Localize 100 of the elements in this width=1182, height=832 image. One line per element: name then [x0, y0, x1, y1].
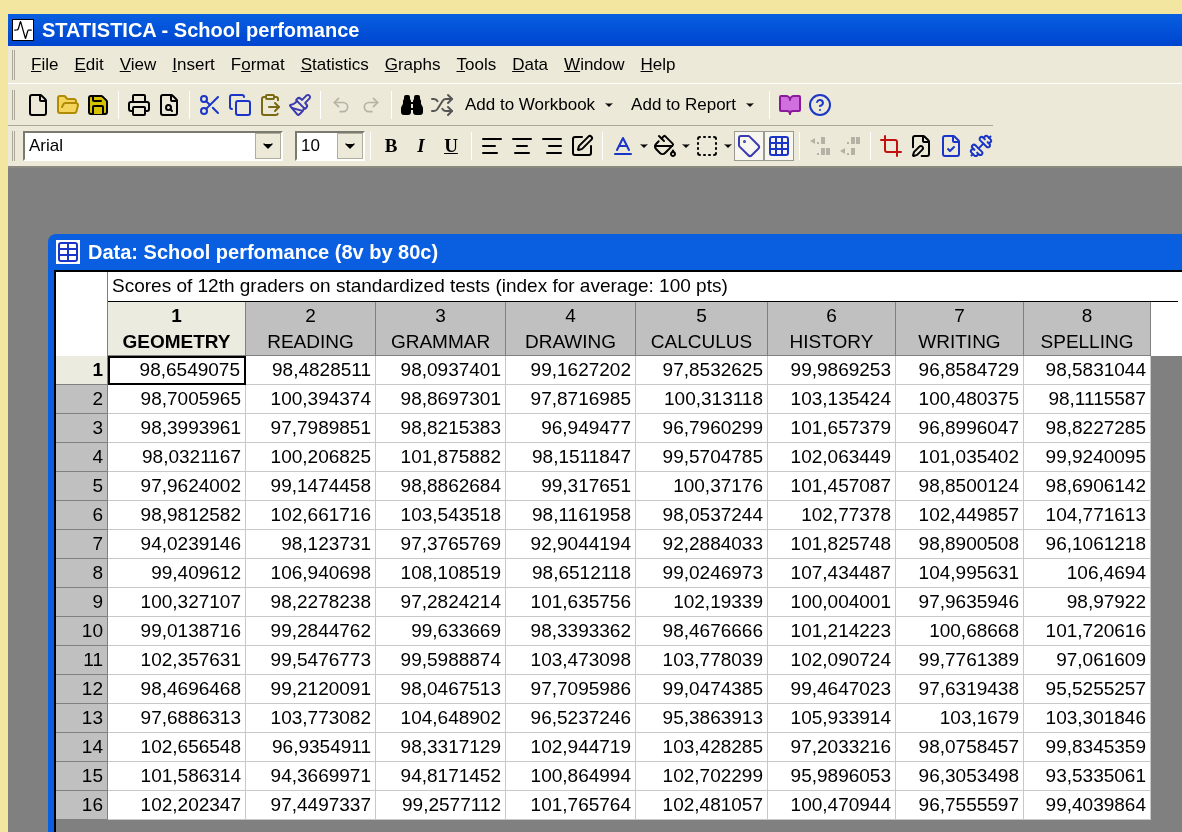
column-header[interactable]: 2 READING	[246, 302, 376, 356]
table-cell: 99,8345359	[1024, 733, 1151, 762]
menu-item[interactable]: Statistics	[292, 51, 377, 78]
add-to-workbook-button[interactable]: Add to Workbook	[457, 91, 624, 118]
table-cell: 99,0138716	[108, 617, 246, 646]
font-dropdown[interactable]: Arial	[23, 131, 283, 161]
italic-button[interactable]: I	[406, 131, 436, 161]
menu-item[interactable]: File	[23, 51, 67, 78]
column-header[interactable]: 5 CALCULUS	[636, 302, 768, 356]
row-header[interactable]: 12	[56, 675, 108, 704]
underline-button[interactable]: U	[436, 131, 466, 161]
table-cell: 99,409612	[108, 559, 246, 588]
column-header[interactable]: 7 WRITING	[896, 302, 1024, 356]
row-header[interactable]: 16	[56, 791, 108, 820]
row-header[interactable]: 7	[56, 530, 108, 559]
add-to-report-button[interactable]: Add to Report	[623, 91, 764, 118]
table-cell: 104,648902	[376, 704, 506, 733]
menu-item[interactable]: Window	[556, 51, 633, 78]
tag-icon[interactable]	[734, 131, 764, 161]
table-cell: 97,7095986	[506, 675, 636, 704]
table-cell: 99,0246973	[636, 559, 768, 588]
table-cell: 101,875882	[376, 443, 506, 472]
column-header[interactable]: 4 DRAWING	[506, 302, 636, 356]
table-cell: 106,4694	[1024, 559, 1151, 588]
menu-item[interactable]: Help	[632, 51, 684, 78]
column-header[interactable]: 8 SPELLING	[1024, 302, 1151, 356]
row-header[interactable]: 14	[56, 733, 108, 762]
table-cell: 100,206825	[246, 443, 376, 472]
window-title: STATISTICA - School perfomance	[42, 18, 360, 43]
table-cell: 98,4828511	[246, 356, 376, 385]
table-cell: 98,8697301	[376, 385, 506, 414]
table-cell: 98,8215383	[376, 414, 506, 443]
table-cell: 103,135424	[768, 385, 896, 414]
table-cell: 98,6549075	[108, 356, 246, 385]
table-cell: 101,586314	[108, 762, 246, 791]
row-header[interactable]: 6	[56, 501, 108, 530]
table-cell: 102,702299	[636, 762, 768, 791]
table-cell: 98,0467513	[376, 675, 506, 704]
table-cell: 99,4647023	[768, 675, 896, 704]
table-cell: 99,9240095	[1024, 443, 1151, 472]
menu-item[interactable]: Edit	[66, 51, 112, 78]
column-header[interactable]: 1 GEOMETRY	[108, 302, 246, 356]
table-cell: 99,9869253	[768, 356, 896, 385]
table-cell: 94,8171452	[376, 762, 506, 791]
table-cell: 102,656548	[108, 733, 246, 762]
table-cell: 96,8996047	[896, 414, 1024, 443]
table-cell: 96,9354911	[246, 733, 376, 762]
bold-button[interactable]: B	[376, 131, 406, 161]
table-cell: 95,9896053	[768, 762, 896, 791]
grid-icon[interactable]	[764, 131, 794, 161]
table-cell: 100,470944	[768, 791, 896, 820]
spreadsheet-icon	[56, 240, 80, 264]
table-cell: 103,778039	[636, 646, 768, 675]
table-cell: 100,327107	[108, 588, 246, 617]
table-cell: 99,2844762	[246, 617, 376, 646]
row-header[interactable]: 8	[56, 559, 108, 588]
table-cell: 98,8227285	[1024, 414, 1151, 443]
table-cell: 101,765764	[506, 791, 636, 820]
table-cell: 100,68668	[896, 617, 1024, 646]
menu-item[interactable]: Graphs	[376, 51, 449, 78]
table-cell: 100,37176	[636, 472, 768, 501]
table-cell: 99,5704785	[636, 443, 768, 472]
table-cell: 98,7005965	[108, 385, 246, 414]
row-header[interactable]: 1	[56, 356, 108, 385]
menu-item[interactable]: Tools	[448, 51, 505, 78]
row-header[interactable]: 3	[56, 414, 108, 443]
row-header[interactable]: 4	[56, 443, 108, 472]
font-size-dropdown[interactable]: 10	[295, 131, 365, 161]
table-cell: 97,2033216	[768, 733, 896, 762]
table-cell: 99,0474385	[636, 675, 768, 704]
table-cell: 95,3863913	[636, 704, 768, 733]
row-header[interactable]: 10	[56, 617, 108, 646]
column-header[interactable]: 3 GRAMMAR	[376, 302, 506, 356]
table-cell: 96,7555597	[896, 791, 1024, 820]
row-header[interactable]: 5	[56, 472, 108, 501]
menu-item[interactable]: Data	[504, 51, 557, 78]
row-header[interactable]: 11	[56, 646, 108, 675]
row-header[interactable]: 13	[56, 704, 108, 733]
table-cell: 103,301846	[1024, 704, 1151, 733]
table-cell: 99,633669	[376, 617, 506, 646]
table-cell: 102,944719	[506, 733, 636, 762]
menu-item[interactable]: View	[111, 51, 165, 78]
table-cell: 99,5988874	[376, 646, 506, 675]
table-cell: 102,357631	[108, 646, 246, 675]
table-cell: 97,6319438	[896, 675, 1024, 704]
menu-item[interactable]: Insert	[164, 51, 223, 78]
table-cell: 99,7761389	[896, 646, 1024, 675]
table-cell: 99,1627202	[506, 356, 636, 385]
row-header[interactable]: 9	[56, 588, 108, 617]
row-header[interactable]: 15	[56, 762, 108, 791]
menu-item[interactable]: Format	[222, 51, 293, 78]
row-header[interactable]: 2	[56, 385, 108, 414]
table-cell: 104,771613	[1024, 501, 1151, 530]
table-cell: 106,940698	[246, 559, 376, 588]
table-cell: 97,9624002	[108, 472, 246, 501]
table-cell: 96,8584729	[896, 356, 1024, 385]
table-cell: 98,9812582	[108, 501, 246, 530]
table-cell: 93,5335061	[1024, 762, 1151, 791]
column-header[interactable]: 6 HISTORY	[768, 302, 896, 356]
table-cell: 98,2278238	[246, 588, 376, 617]
